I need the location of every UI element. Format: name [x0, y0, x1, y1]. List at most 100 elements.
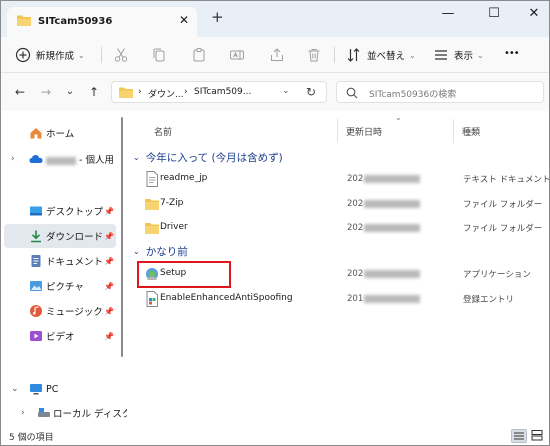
- file-row-antispoofing[interactable]: EnableEnhancedAntiSpoofing 201 登録エントリ: [127, 287, 547, 311]
- column-header-modified[interactable]: 更新日時: [346, 125, 382, 138]
- file-date: 202: [347, 174, 423, 184]
- sidebar-item-pictures[interactable]: ピクチャ 📌: [1, 274, 119, 298]
- tab-title: SITcam50936: [38, 16, 113, 27]
- new-tab-button[interactable]: +: [211, 10, 224, 25]
- group-label: かなり前: [145, 245, 188, 258]
- sidebar-item-videos[interactable]: ビデオ 📌: [1, 324, 119, 348]
- sidebar-item-label: ミュージック: [46, 307, 103, 318]
- file-name: 7-Zip: [160, 198, 184, 208]
- divider: [101, 47, 102, 63]
- address-bar[interactable]: › ダウン... › SITcam509... ⌄: [111, 81, 327, 103]
- video-icon: [30, 331, 42, 341]
- sidebar-item-label: ホーム: [46, 129, 75, 140]
- file-type: アプリケーション: [463, 270, 531, 280]
- column-divider: [337, 119, 338, 143]
- column-header-type[interactable]: 種類: [462, 125, 480, 138]
- sidebar-item-home[interactable]: ホーム: [1, 121, 119, 145]
- sidebar-item-label: ダウンロード: [46, 232, 104, 243]
- minimize-button[interactable]: —: [433, 5, 463, 23]
- command-bar: 新規作成 ⌄ 並べ替え ⌄ 表示 ⌄ •••: [1, 37, 549, 73]
- forward-button[interactable]: →: [39, 85, 53, 99]
- address-dropdown-icon[interactable]: ⌄: [282, 86, 290, 96]
- file-explorer-window: SITcam50936 ✕ + — ☐ ✕ 新規作成 ⌄ 並べ替え ⌄ 表示 ⌄…: [0, 0, 550, 446]
- setup-highlight-box: [137, 261, 231, 288]
- group-header-this-year[interactable]: ⌄ 今年に入って (今月は含めず): [133, 148, 283, 166]
- file-row-7zip[interactable]: 7-Zip 202 ファイル フォルダー: [127, 192, 547, 216]
- tiles-view-icon: [531, 430, 543, 441]
- sidebar-item-local-disk[interactable]: › ローカル ディスク: [1, 401, 131, 425]
- sidebar-item-desktop[interactable]: デスクトップ 📌: [1, 199, 119, 223]
- folder-icon: [119, 87, 133, 98]
- music-icon: [30, 305, 42, 317]
- more-options-button[interactable]: •••: [504, 48, 520, 59]
- column-divider: [453, 119, 454, 143]
- blurred-date: [364, 174, 421, 183]
- pin-icon: 📌: [104, 281, 114, 291]
- up-button[interactable]: ↑: [87, 85, 101, 99]
- divider: [334, 47, 335, 63]
- recent-locations-button[interactable]: ⌄: [63, 85, 77, 99]
- sidebar-item-label: - 個人用: [46, 152, 114, 166]
- sidebar-item-pc[interactable]: ⌄ PC: [1, 377, 119, 401]
- new-button[interactable]: 新規作成 ⌄: [15, 45, 85, 65]
- sidebar-item-label: ドキュメント: [46, 257, 104, 268]
- pin-icon: 📌: [104, 331, 114, 341]
- share-icon[interactable]: [269, 47, 285, 63]
- refresh-button[interactable]: ↻: [304, 85, 318, 99]
- file-date: 202: [347, 223, 423, 233]
- sidebar-scrollbar[interactable]: [121, 117, 123, 357]
- folder-icon: [17, 15, 31, 26]
- plus-circle-icon: [15, 47, 31, 63]
- group-header-long-ago[interactable]: ⌄ かなり前: [133, 242, 188, 260]
- copy-icon[interactable]: [151, 47, 167, 63]
- details-view-button[interactable]: [511, 429, 527, 443]
- folder-icon: [145, 199, 159, 210]
- item-count: 5 個の項目: [9, 433, 54, 443]
- search-input[interactable]: SITcam50936の検索: [369, 87, 456, 100]
- pin-icon: 📌: [104, 231, 114, 241]
- chevron-right-icon[interactable]: ›: [21, 408, 25, 418]
- file-name: EnableEnhancedAntiSpoofing: [160, 293, 293, 303]
- file-name: Driver: [160, 222, 188, 232]
- sidebar-item-label: PC: [46, 383, 59, 395]
- view-button[interactable]: 表示 ⌄: [433, 45, 484, 65]
- new-button-label: 新規作成: [36, 51, 75, 62]
- breadcrumb-separator: ›: [138, 87, 142, 97]
- file-row-driver[interactable]: Driver 202 ファイル フォルダー: [127, 216, 547, 240]
- sidebar-item-onedrive[interactable]: › - 個人用: [1, 147, 119, 171]
- close-window-button[interactable]: ✕: [519, 5, 549, 23]
- sidebar-item-documents[interactable]: ドキュメント 📌: [1, 249, 119, 273]
- breadcrumb-sitcam[interactable]: SITcam509...: [194, 87, 251, 97]
- close-tab-icon[interactable]: ✕: [177, 13, 191, 27]
- tiles-view-button[interactable]: [530, 429, 546, 443]
- sort-button[interactable]: 並べ替え ⌄: [346, 45, 416, 65]
- group-label: 今年に入って (今月は含めず): [145, 151, 283, 164]
- file-list: 名前 ⌄ 更新日時 種類 ⌄ 今年に入って (今月は含めず) readme_jp…: [127, 111, 550, 427]
- download-icon: [31, 230, 41, 243]
- back-button[interactable]: ←: [13, 85, 27, 99]
- paste-icon[interactable]: [191, 47, 207, 63]
- chevron-down-icon: ⌄: [78, 50, 85, 60]
- chevron-down-icon[interactable]: ⌄: [11, 384, 19, 394]
- title-bar: SITcam50936 ✕ + — ☐ ✕: [1, 1, 549, 37]
- registry-file-icon: [146, 291, 158, 307]
- blurred-date: [364, 269, 421, 278]
- sort-button-label: 並べ替え: [367, 51, 406, 62]
- breadcrumb-downloads[interactable]: ダウン...: [148, 87, 184, 100]
- home-icon: [30, 128, 42, 139]
- maximize-button[interactable]: ☐: [479, 5, 509, 23]
- search-box[interactable]: SITcam50936の検索: [336, 81, 544, 103]
- pin-icon: 📌: [104, 206, 114, 216]
- sidebar-item-downloads[interactable]: ダウンロード 📌: [4, 224, 116, 248]
- cut-icon[interactable]: [113, 47, 129, 63]
- delete-icon[interactable]: [306, 47, 322, 63]
- column-header-name[interactable]: 名前: [154, 125, 172, 138]
- chevron-right-icon[interactable]: ›: [11, 154, 15, 164]
- rename-icon[interactable]: [229, 47, 245, 63]
- tab-sitcam[interactable]: SITcam50936 ✕: [7, 7, 197, 37]
- sort-indicator-icon: ⌄: [395, 113, 402, 122]
- file-row-readme[interactable]: readme_jp 202 テキスト ドキュメント: [127, 167, 550, 191]
- navigation-pane: ホーム › - 個人用 デスクトップ 📌 ダウンロード 📌 ドキュメント 📌 ピ…: [1, 111, 131, 427]
- sidebar-item-music[interactable]: ミュージック 📌: [1, 299, 119, 323]
- file-type: ファイル フォルダー: [463, 224, 543, 234]
